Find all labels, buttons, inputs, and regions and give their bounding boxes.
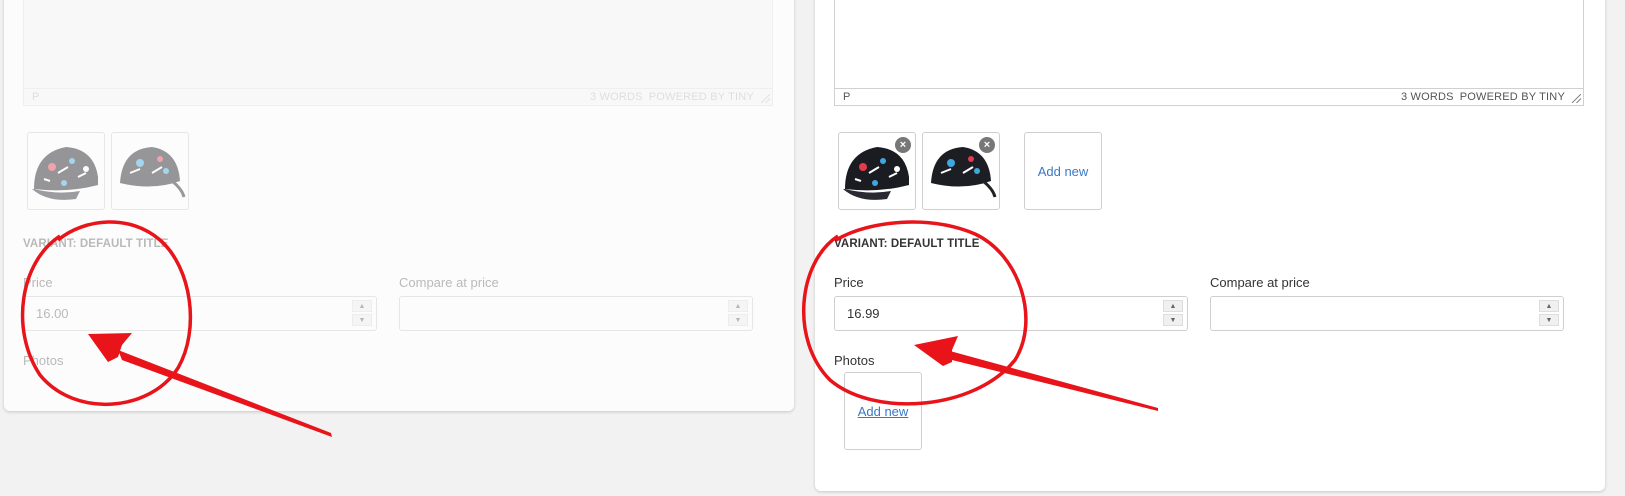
description-editor[interactable]: P 3 WORDS POWERED BY TINY (834, 0, 1584, 106)
price-value: 16.00 (36, 306, 69, 321)
variant-title: VARIANT: DEFAULT TITLE (23, 238, 169, 250)
price-spinner[interactable]: ▲ ▼ (352, 300, 372, 327)
spinner-up-icon[interactable]: ▲ (1163, 300, 1183, 312)
photos-add-label[interactable]: Add new (858, 404, 909, 419)
product-thumbnail[interactable]: × (922, 132, 1000, 210)
compare-price-input[interactable]: ▲ ▼ (399, 296, 753, 331)
price-input[interactable]: 16.99 ▲ ▼ (834, 296, 1188, 331)
spinner-up-icon[interactable]: ▲ (1539, 300, 1559, 312)
editor-path[interactable]: P (32, 91, 590, 103)
editor-word-count: 3 WORDS (1400, 91, 1454, 103)
spinner-up-icon[interactable]: ▲ (352, 300, 372, 312)
description-editor[interactable]: P 3 WORDS POWERED BY TINY (23, 0, 773, 106)
compare-price-spinner[interactable]: ▲ ▼ (1539, 300, 1559, 327)
photos-label: Photos (834, 353, 875, 368)
price-label: Price (23, 275, 53, 290)
editor-powered-by[interactable]: POWERED BY TINY (1460, 91, 1565, 103)
price-spinner[interactable]: ▲ ▼ (1163, 300, 1183, 327)
product-thumbnail[interactable]: × (838, 132, 916, 210)
editor-statusbar: P 3 WORDS POWERED BY TINY (24, 88, 772, 105)
remove-photo-icon[interactable]: × (979, 137, 995, 153)
product-thumbnail[interactable] (111, 132, 189, 210)
resize-handle-icon[interactable] (1572, 94, 1581, 103)
price-label: Price (834, 275, 864, 290)
left-product-panel: P 3 WORDS POWERED BY TINY VARIANT: DEFAU… (4, 0, 794, 411)
compare-price-input[interactable]: ▲ ▼ (1210, 296, 1564, 331)
editor-path[interactable]: P (843, 91, 1401, 103)
price-input[interactable]: 16.00 ▲ ▼ (23, 296, 377, 331)
price-value: 16.99 (847, 306, 880, 321)
resize-handle-icon[interactable] (761, 94, 770, 103)
remove-photo-icon[interactable]: × (895, 137, 911, 153)
compare-price-label: Compare at price (399, 275, 499, 290)
editor-word-count: 3 WORDS (589, 91, 643, 103)
editor-powered-by[interactable]: POWERED BY TINY (649, 91, 754, 103)
spinner-down-icon[interactable]: ▼ (1163, 314, 1183, 326)
cap-photo-icon (120, 147, 186, 198)
add-photo-button[interactable]: Add new (1024, 132, 1102, 210)
compare-price-label: Compare at price (1210, 275, 1310, 290)
variant-title: VARIANT: DEFAULT TITLE (834, 238, 980, 250)
photos-add-button[interactable]: Add new (844, 372, 922, 450)
spinner-up-icon[interactable]: ▲ (728, 300, 748, 312)
product-thumbnail[interactable] (27, 132, 105, 210)
spinner-down-icon[interactable]: ▼ (728, 314, 748, 326)
add-photo-label: Add new (1037, 163, 1089, 179)
cap-photo-icon (32, 147, 98, 200)
spinner-down-icon[interactable]: ▼ (1539, 314, 1559, 326)
compare-price-spinner[interactable]: ▲ ▼ (728, 300, 748, 327)
spinner-down-icon[interactable]: ▼ (352, 314, 372, 326)
photos-label: Photos (23, 353, 64, 368)
editor-statusbar: P 3 WORDS POWERED BY TINY (835, 88, 1583, 105)
right-product-panel: P 3 WORDS POWERED BY TINY × × Add new VA… (815, 0, 1605, 491)
